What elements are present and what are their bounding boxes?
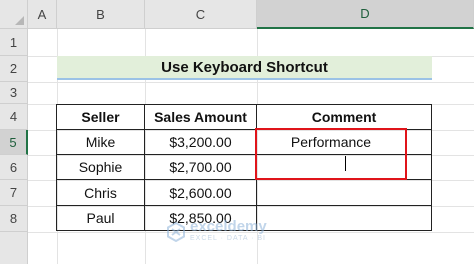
cell-amount[interactable]: $2,700.00 <box>145 155 257 180</box>
cell-amount[interactable]: $3,200.00 <box>145 130 257 155</box>
gridline <box>28 82 474 83</box>
row-header-4[interactable]: 4 <box>0 104 28 130</box>
header-comment[interactable]: Comment <box>257 105 432 130</box>
row-header-6[interactable]: 6 <box>0 155 28 180</box>
row-header-1[interactable]: 1 <box>0 29 28 56</box>
text-cursor <box>345 156 346 171</box>
watermark-tagline: EXCEL · DATA · BI <box>190 235 266 242</box>
header-seller[interactable]: Seller <box>57 105 145 130</box>
select-all-corner[interactable] <box>0 0 28 29</box>
watermark: exceldemy EXCEL · DATA · BI <box>166 218 267 243</box>
select-all-triangle-icon <box>15 16 24 25</box>
row-header-8[interactable]: 8 <box>0 206 28 232</box>
header-sales-amount[interactable]: Sales Amount <box>145 105 257 130</box>
sheet-title[interactable]: Use Keyboard Shortcut <box>57 56 432 80</box>
watermark-brand: exceldemy <box>190 218 267 235</box>
cell-comment[interactable] <box>257 180 432 206</box>
column-header-b[interactable]: B <box>57 0 145 29</box>
row-header-2[interactable]: 2 <box>0 56 28 82</box>
cell-seller[interactable]: Sophie <box>57 155 145 180</box>
row-header-9 <box>0 232 28 264</box>
cell-seller[interactable]: Chris <box>57 180 145 206</box>
active-cell-editor[interactable]: Performance <box>255 128 407 180</box>
column-header-a[interactable]: A <box>28 0 57 29</box>
cell-amount[interactable]: $2,600.00 <box>145 180 257 206</box>
cell-seller[interactable]: Mike <box>57 130 145 155</box>
row-header-7[interactable]: 7 <box>0 180 28 206</box>
cell-comment[interactable] <box>257 206 432 231</box>
spreadsheet: A B C D 1 2 3 4 5 6 7 8 Use Keyboard Sho… <box>0 0 474 264</box>
column-header-d[interactable]: D <box>257 0 474 29</box>
column-header-c[interactable]: C <box>145 0 257 29</box>
row-header-3[interactable]: 3 <box>0 82 28 104</box>
row-header-5[interactable]: 5 <box>0 130 28 155</box>
exceldemy-logo-icon <box>167 221 185 242</box>
cell-seller[interactable]: Paul <box>57 206 145 231</box>
comment-text: Performance <box>290 134 372 150</box>
